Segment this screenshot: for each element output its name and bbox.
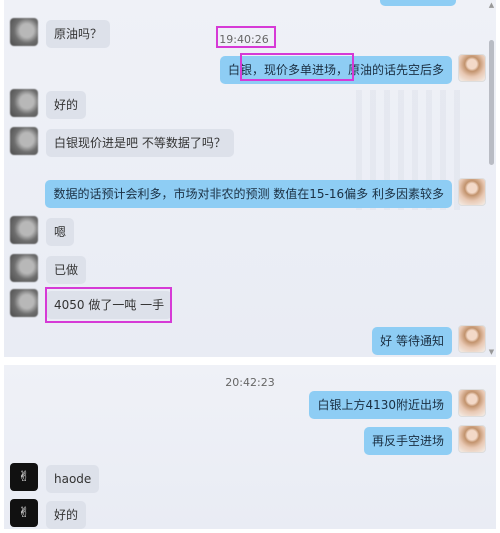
- scroll-up-arrow[interactable]: ▲: [488, 2, 495, 9]
- panel-divider: [0, 357, 500, 365]
- hand-icon: ✌: [18, 469, 30, 485]
- contact-avatar[interactable]: [10, 89, 38, 117]
- message-bubble: 再反手空进场: [363, 427, 452, 455]
- chat-panel-1: 原油吗？ 19:40:26 白银，现价多单进场，原油的话先空后多 好的 白银现价…: [4, 0, 496, 357]
- timestamp: 20:42:23: [225, 376, 275, 389]
- text-highlight: [240, 53, 354, 81]
- contact-avatar[interactable]: [10, 216, 38, 244]
- message-highlight: [45, 287, 172, 323]
- contact-avatar[interactable]: ✌: [10, 463, 38, 491]
- user-avatar[interactable]: [458, 325, 486, 353]
- message-bubble: 白银现价进是吧 不等数据了吗？: [46, 129, 234, 157]
- scrollbar-thumb[interactable]: [489, 40, 494, 165]
- hand-icon: ✌: [18, 505, 30, 521]
- scroll-down-arrow[interactable]: ▼: [488, 349, 495, 356]
- partial-bubble: [380, 0, 456, 6]
- contact-avatar[interactable]: [10, 289, 38, 317]
- chat-panel-2: 20:42:23 白银上方4130附近出场 再反手空进场 ✌ haode ✌ 好…: [4, 365, 496, 529]
- contact-avatar[interactable]: [10, 127, 38, 155]
- message-bubble: 白银上方4130附近出场: [309, 391, 452, 419]
- user-avatar[interactable]: [458, 425, 486, 453]
- user-avatar[interactable]: [458, 389, 486, 417]
- user-avatar[interactable]: [458, 54, 486, 82]
- message-bubble: 好的: [46, 501, 87, 529]
- message-bubble: 好的: [46, 91, 87, 119]
- user-avatar[interactable]: [458, 178, 486, 206]
- timestamp-highlight: [216, 26, 276, 48]
- message-bubble: haode: [46, 465, 100, 493]
- message-bubble: 嗯: [46, 218, 75, 246]
- message-bubble: 已做: [46, 256, 87, 284]
- contact-avatar[interactable]: ✌: [10, 499, 38, 527]
- message-bubble: 好 等待通知: [372, 327, 452, 355]
- message-bubble: 数据的话预计会利多，市场对非农的预测 数值在15-16偏多 利多因素较多: [45, 180, 452, 208]
- contact-avatar[interactable]: [10, 254, 38, 282]
